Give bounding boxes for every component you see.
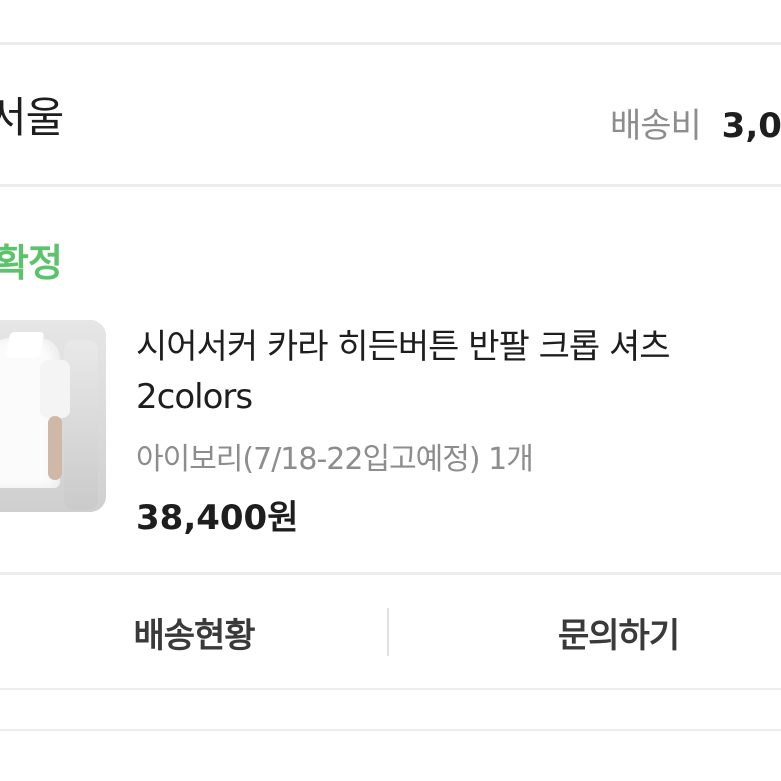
product-thumbnail[interactable] — [0, 320, 106, 512]
product-price: 38,400원 — [136, 498, 299, 538]
product-title-line2: 2colors — [136, 377, 253, 417]
shipping-fee-label: 배송비 — [610, 106, 702, 146]
top-spacer — [0, 0, 781, 44]
product-option: 아이보리(7/18-22입고예정) 1개 — [136, 442, 534, 477]
divider-store — [0, 184, 781, 187]
bottom-spacer — [0, 690, 781, 730]
actions-divider — [387, 608, 389, 656]
divider-top — [0, 42, 781, 45]
store-name[interactable]: 서울 — [0, 84, 64, 145]
next-section — [0, 731, 781, 781]
delivery-status-button[interactable]: 배송현황 — [0, 578, 388, 686]
divider-product — [0, 572, 781, 575]
order-actions: 배송현황 문의하기 — [0, 578, 781, 686]
shipping-fee-value: 3,0 — [721, 106, 781, 146]
order-status: 확정 — [0, 241, 63, 285]
thumbnail-collar — [5, 332, 45, 358]
inquiry-button[interactable]: 문의하기 — [390, 578, 781, 686]
shipping-fee: 배송비 3,0 — [610, 98, 781, 147]
product-title[interactable]: 시어서커 카라 히든버튼 반팔 크롭 셔츠 2colors — [136, 322, 776, 422]
product-title-line1: 시어서커 카라 히든버튼 반팔 크롭 셔츠 — [136, 327, 671, 367]
thumbnail-sleeve — [40, 360, 70, 418]
thumbnail-arm — [48, 416, 62, 480]
